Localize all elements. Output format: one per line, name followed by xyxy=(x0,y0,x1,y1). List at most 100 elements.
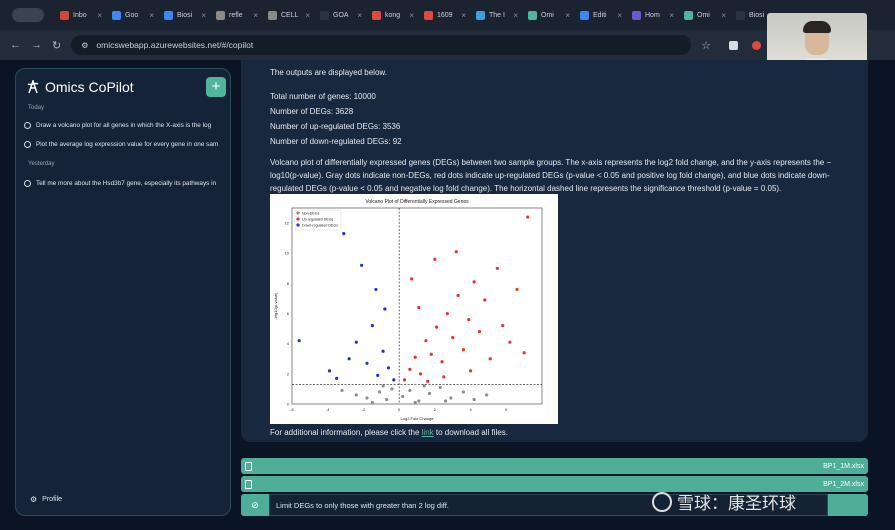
reload-icon[interactable]: ↻ xyxy=(52,39,61,52)
profile-button[interactable]: ⚙ Profile xyxy=(30,495,62,504)
new-chat-button[interactable]: + xyxy=(206,77,226,97)
file-name: BP1_2M.xlsx xyxy=(823,480,864,488)
data-point xyxy=(408,367,412,371)
tab-close-icon[interactable]: × xyxy=(721,11,726,20)
data-point xyxy=(508,340,512,344)
extension-icon[interactable] xyxy=(729,40,739,50)
browser-tab[interactable]: Omi × xyxy=(524,4,574,26)
back-icon[interactable]: ← xyxy=(10,39,21,51)
tab-close-icon[interactable]: × xyxy=(409,11,414,20)
download-link[interactable]: link xyxy=(422,428,434,437)
tab-close-icon[interactable]: × xyxy=(669,11,674,20)
data-point xyxy=(477,330,482,334)
history-item[interactable]: Draw a volcano plot for all genes in whi… xyxy=(24,122,226,129)
volcano-plot-svg: Volcano Plot of Differentially Expressed… xyxy=(273,199,543,421)
tab-favicon-icon xyxy=(528,10,537,20)
file-attachment[interactable]: BP1_1M.xlsx xyxy=(241,458,868,474)
browser-tab[interactable]: kong × xyxy=(368,4,418,26)
y-tick-label: 4 xyxy=(287,341,290,346)
data-point xyxy=(495,266,499,270)
tab-close-icon[interactable]: × xyxy=(149,11,154,20)
send-button[interactable] xyxy=(828,494,868,516)
data-point xyxy=(381,349,385,353)
tab-favicon-icon xyxy=(320,10,329,20)
history-item[interactable]: Tell me more about the Hsd3b7 gene, espe… xyxy=(24,180,226,187)
tab-label: Omi xyxy=(697,11,710,19)
bookmark-star-icon[interactable]: ☆ xyxy=(701,39,711,52)
address-bar[interactable]: ⚙ omicswebapp.azurewebsites.net/#/copilo… xyxy=(71,35,692,55)
data-point xyxy=(392,378,396,382)
footer-before: For additional information, please click… xyxy=(270,428,422,437)
data-point xyxy=(522,351,526,355)
browser-tab[interactable]: Omi × xyxy=(680,4,730,26)
browser-tab[interactable]: The I × xyxy=(472,4,522,26)
browser-tab[interactable]: Biosi × xyxy=(160,4,210,26)
browser-tab[interactable]: CELL × xyxy=(264,4,314,26)
chart-title: Volcano Plot of Differentially Expressed… xyxy=(365,199,469,205)
volcano-plot: Volcano Plot of Differentially Expressed… xyxy=(270,194,558,424)
data-point xyxy=(443,399,448,403)
chat-bubble-icon xyxy=(24,122,31,129)
browser-tab[interactable]: 1609 × xyxy=(420,4,470,26)
data-point xyxy=(438,385,442,390)
tab-close-icon[interactable]: × xyxy=(305,11,310,20)
y-tick-label: 12 xyxy=(285,221,290,226)
tab-close-icon[interactable]: × xyxy=(201,11,206,20)
data-point xyxy=(370,400,374,405)
browser-tab[interactable]: GOA × xyxy=(316,4,366,26)
tab-close-icon[interactable]: × xyxy=(97,11,102,20)
attach-button[interactable]: ⊘ xyxy=(241,494,269,516)
tab-close-icon[interactable]: × xyxy=(253,11,258,20)
tab-label: Editi xyxy=(593,11,607,19)
tab-favicon-icon xyxy=(164,10,173,20)
data-point xyxy=(360,263,364,267)
legend-label: Non-DEGs xyxy=(302,212,320,216)
app-brand: Omics CoPilot xyxy=(26,79,134,95)
data-point xyxy=(429,352,433,356)
browser-tab[interactable]: Editi × xyxy=(576,4,626,26)
description-line: log10(p-value). Gray dots indicate non-D… xyxy=(270,171,830,180)
tab-label: GOA xyxy=(333,11,349,19)
data-point xyxy=(342,232,346,236)
extension-icon[interactable] xyxy=(752,40,762,50)
data-point xyxy=(433,257,437,261)
data-point xyxy=(440,360,444,364)
chat-bubble-icon xyxy=(24,141,31,148)
history-item[interactable]: Plot the average log expression value fo… xyxy=(24,141,226,148)
data-point xyxy=(383,307,387,311)
tab-favicon-icon xyxy=(372,10,381,20)
site-info-icon[interactable]: ⚙ xyxy=(81,41,88,50)
tab-close-icon[interactable]: × xyxy=(357,11,362,20)
data-point xyxy=(501,324,505,328)
browser-toolbar: ← → ↻ ⚙ omicswebapp.azurewebsites.net/#/… xyxy=(0,30,895,60)
data-point xyxy=(413,355,417,359)
data-point xyxy=(483,298,487,302)
browser-tab[interactable]: Hom × xyxy=(628,4,678,26)
data-point xyxy=(385,397,389,402)
forward-icon[interactable]: → xyxy=(31,39,42,51)
data-point xyxy=(365,361,369,365)
browser-tab[interactable]: Goo × xyxy=(108,4,158,26)
tab-close-icon[interactable]: × xyxy=(461,11,466,20)
legend-marker xyxy=(296,223,300,227)
tab-favicon-icon xyxy=(580,10,589,20)
watermark-text: 雪球：康圣环球 xyxy=(677,494,796,513)
window-controls[interactable] xyxy=(12,8,44,22)
tab-label: Omi xyxy=(541,11,554,19)
data-point xyxy=(515,287,519,292)
data-point xyxy=(374,287,378,292)
browser-tab[interactable]: refle × xyxy=(212,4,262,26)
data-point xyxy=(340,388,344,393)
tab-close-icon[interactable]: × xyxy=(565,11,570,20)
x-tick-label: 2 xyxy=(434,407,437,412)
tab-favicon-icon xyxy=(268,10,277,20)
tab-close-icon[interactable]: × xyxy=(617,11,622,20)
data-point xyxy=(354,340,358,344)
y-tick-label: 10 xyxy=(285,251,290,256)
tab-close-icon[interactable]: × xyxy=(513,11,518,20)
browser-tab[interactable]: Inbo × xyxy=(56,4,106,26)
data-point xyxy=(354,393,358,397)
tab-favicon-icon xyxy=(476,10,485,20)
tab-label: Goo xyxy=(125,11,139,19)
y-tick-label: 2 xyxy=(287,371,290,376)
